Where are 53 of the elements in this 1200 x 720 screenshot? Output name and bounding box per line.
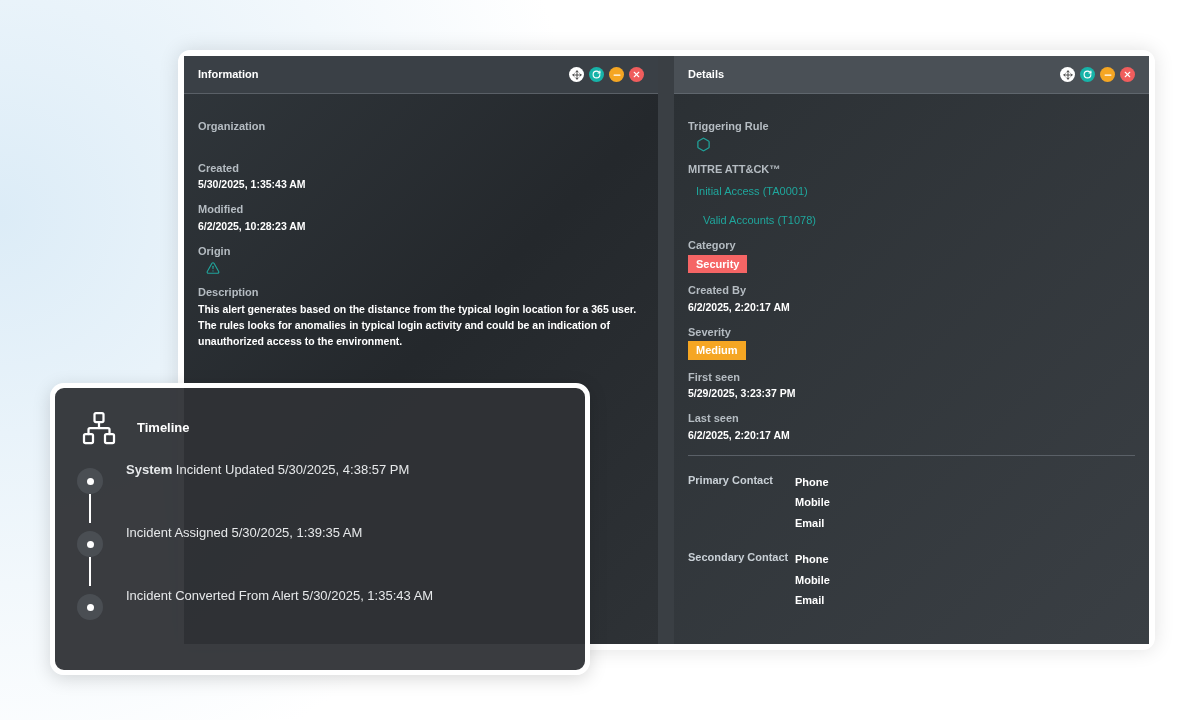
field-label: First seen bbox=[688, 369, 741, 385]
contact-field: Phone bbox=[795, 551, 830, 568]
field-label: Origin bbox=[198, 243, 232, 259]
field-label: Severity bbox=[688, 324, 732, 340]
move-button[interactable] bbox=[569, 67, 584, 82]
close-button[interactable] bbox=[1120, 67, 1135, 82]
contact-label: Secondary Contact bbox=[688, 550, 790, 565]
tag: Medium bbox=[688, 341, 746, 360]
field-label: Description bbox=[198, 285, 260, 300]
timeline-event: Incident Assigned 5/30/2025, 1:39:35 AM bbox=[126, 524, 363, 542]
minimize-button[interactable] bbox=[609, 67, 624, 82]
field-label: Created bbox=[198, 160, 240, 176]
contact-field: Phone bbox=[795, 473, 830, 490]
refresh-icon bbox=[1083, 70, 1092, 79]
field-value: 5/29/2025, 3:23:37 PM bbox=[688, 386, 797, 401]
field-value: 5/30/2025, 1:35:43 AM bbox=[198, 177, 307, 192]
close-icon bbox=[1123, 70, 1132, 79]
field-label: Organization bbox=[198, 119, 267, 134]
mitre-link[interactable]: Valid Accounts (T1078) bbox=[703, 211, 1135, 228]
timeline-event: System Incident Updated 5/30/2025, 4:38:57 PM bbox=[126, 461, 410, 479]
network-icon bbox=[81, 410, 117, 446]
field-label: Modified bbox=[198, 202, 245, 217]
mitre-link[interactable]: Initial Access (TA0001) bbox=[696, 183, 1135, 200]
move-icon bbox=[1062, 69, 1073, 80]
field-label: Category bbox=[688, 238, 737, 253]
field-value: 6/2/2025, 2:20:17 AM bbox=[688, 427, 791, 443]
field-value: 6/2/2025, 2:20:17 AM bbox=[688, 299, 791, 315]
field-label: Triggering Rule bbox=[688, 119, 770, 134]
hexagon-icon bbox=[696, 136, 711, 152]
move-icon bbox=[571, 69, 582, 80]
refresh-icon bbox=[592, 70, 601, 79]
contact-label: Primary Contact bbox=[688, 472, 774, 488]
refresh-button[interactable] bbox=[589, 67, 604, 82]
timeline-event: Incident Converted From Alert 5/30/2025, 1:35:43 AM bbox=[126, 587, 434, 605]
close-icon bbox=[632, 70, 641, 79]
contact-field: Mobile bbox=[795, 494, 830, 511]
contact-field: Mobile bbox=[795, 571, 830, 588]
field-value: This alert generates based on the distance from the typical login location for a 365 user. The rules looks for anomalies in typical login activity and could be an indication of unauthorized access to the environment. bbox=[198, 301, 638, 349]
refresh-button[interactable] bbox=[1080, 67, 1095, 82]
warning-icon bbox=[206, 261, 220, 275]
panel-title: Details bbox=[688, 67, 725, 83]
timeline-title: Timeline bbox=[137, 419, 190, 438]
minimize-button[interactable] bbox=[1100, 67, 1115, 82]
field-label: MITRE ATT&CK™ bbox=[688, 161, 782, 177]
panel-title: Information bbox=[198, 67, 259, 83]
tag: Security bbox=[688, 254, 748, 273]
field-label: Created By bbox=[688, 283, 748, 298]
contact-field: Email bbox=[795, 514, 830, 531]
close-button[interactable] bbox=[629, 67, 644, 82]
field-label: Last seen bbox=[688, 411, 740, 426]
contact-field: Email bbox=[795, 592, 830, 609]
field-value: 6/2/2025, 10:28:23 AM bbox=[198, 218, 307, 234]
move-button[interactable] bbox=[1060, 67, 1075, 82]
